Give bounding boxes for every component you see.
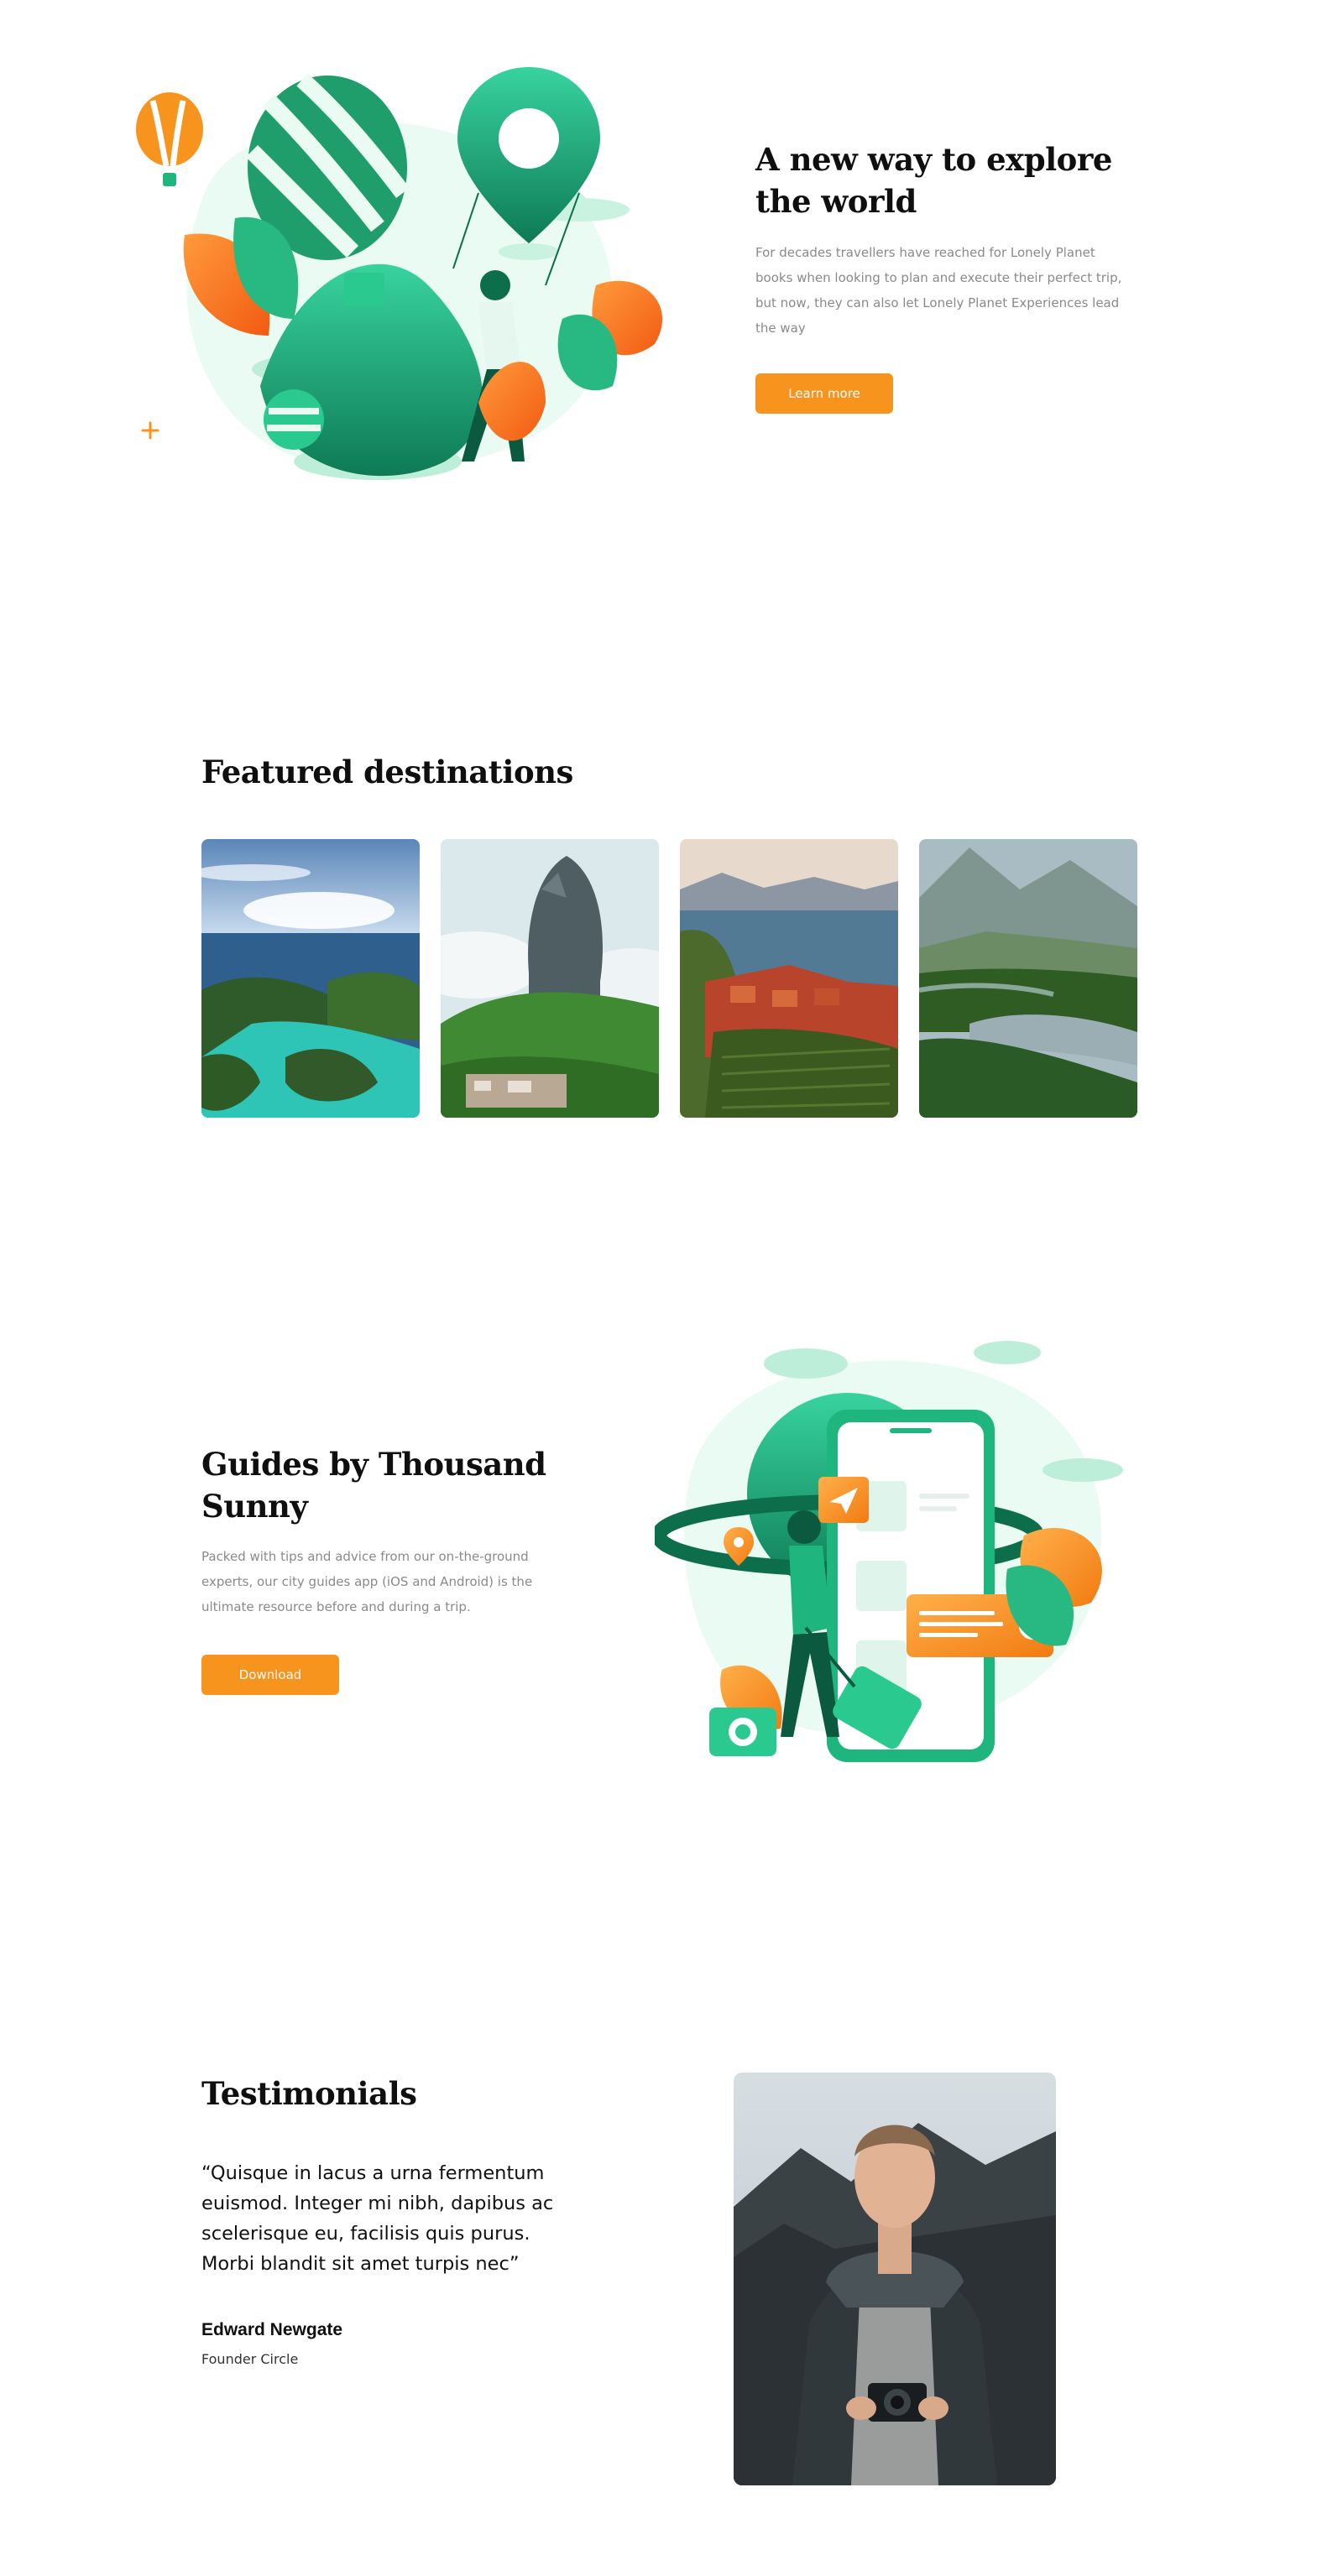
sparkle-icon — [141, 421, 159, 440]
guides-title: Guides by Thousand Sunny — [201, 1446, 546, 1525]
small-balloon-illustration — [136, 92, 203, 186]
hero-description: For decades travellers have reached for … — [755, 245, 1122, 336]
mountain-peak-photo[interactable] — [441, 839, 659, 1118]
hero-illustration — [183, 67, 663, 480]
testimonials-title: Testimonials — [201, 2075, 417, 2112]
testimonial-author: Edward Newgate — [201, 2320, 343, 2339]
learn-more-button[interactable]: Learn more — [755, 373, 893, 414]
testimonial-role: Founder Circle — [201, 2351, 299, 2367]
river-valley-photo[interactable] — [919, 839, 1137, 1118]
testimonial-quote: “Quisque in lacus a urna fermentum euism… — [201, 2162, 554, 2275]
guides-illustration — [655, 1341, 1123, 1762]
download-button[interactable]: Download — [201, 1655, 339, 1695]
lakeside-village-photo[interactable] — [680, 839, 898, 1118]
guides-description: Packed with tips and advice from our on-… — [201, 1549, 533, 1614]
featured-title: Featured destinations — [201, 754, 573, 790]
tropical-islands-photo[interactable] — [201, 839, 420, 1118]
testimonial-portrait-photo — [734, 2073, 1056, 2485]
hero-title: A new way to explore the world — [755, 141, 1112, 220]
